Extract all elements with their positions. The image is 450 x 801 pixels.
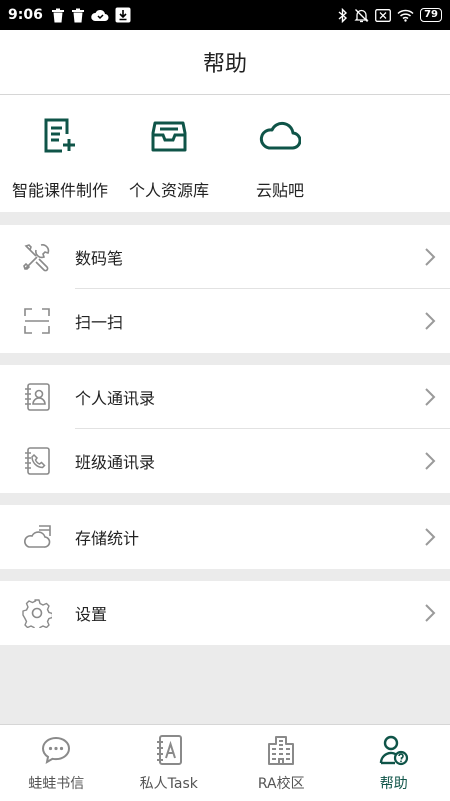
menu-item-label: 数码笔 — [75, 245, 123, 269]
cloud-icon — [259, 117, 301, 155]
user-help-icon — [379, 733, 409, 767]
tab-label: 蛙蛙书信 — [28, 773, 84, 793]
menu-item-label: 班级通讯录 — [75, 449, 155, 473]
chevron-right-icon — [424, 247, 436, 267]
battery-indicator: 79 — [420, 8, 442, 22]
menu-item-settings[interactable]: 设置 — [0, 581, 450, 645]
notebook-a-icon — [154, 733, 184, 767]
bluetooth-icon — [338, 8, 348, 23]
document-add-icon — [42, 117, 78, 155]
download-icon — [115, 7, 131, 23]
tab-label: 私人Task — [140, 773, 198, 793]
quick-action-cloud-forum[interactable]: 云贴吧 — [220, 95, 340, 212]
cloud-sync-icon — [91, 8, 109, 22]
menu-group-tools: 数码笔 扫一扫 — [0, 225, 450, 353]
page-title: 帮助 — [203, 46, 247, 78]
contact-book-icon — [22, 382, 52, 412]
status-bar: 9:06 79 — [0, 0, 450, 30]
tab-label: 帮助 — [380, 773, 408, 793]
tab-messages[interactable]: 蛙蛙书信 — [0, 725, 113, 801]
phone-book-icon — [22, 446, 52, 476]
tab-ra-campus[interactable]: RA校区 — [225, 725, 338, 801]
bottom-tab-bar: 蛙蛙书信 私人Task RA校区 — [0, 724, 450, 801]
menu-item-digital-pen[interactable]: 数码笔 — [0, 225, 450, 289]
tab-private-task[interactable]: 私人Task — [113, 725, 226, 801]
status-bar-right: 79 — [338, 8, 442, 23]
quick-action-label: 云贴吧 — [256, 177, 304, 201]
chevron-right-icon — [424, 603, 436, 623]
menu-item-label: 扫一扫 — [75, 309, 123, 333]
menu-item-storage-stats[interactable]: 存储统计 — [0, 505, 450, 569]
menu-item-label: 设置 — [75, 601, 107, 625]
menu-group-storage: 存储统计 — [0, 505, 450, 569]
page-header: 帮助 — [0, 30, 450, 95]
trash-icon — [51, 8, 65, 23]
chat-bubble-icon — [40, 733, 72, 767]
quick-action-label: 个人资源库 — [129, 177, 209, 201]
menu-group-settings: 设置 — [0, 581, 450, 645]
cloud-storage-icon — [22, 522, 52, 552]
chevron-right-icon — [424, 451, 436, 471]
sim-off-icon — [375, 9, 391, 22]
scan-icon — [22, 306, 52, 336]
gear-icon — [22, 598, 52, 628]
chevron-right-icon — [424, 311, 436, 331]
quick-action-resource-library[interactable]: 个人资源库 — [109, 95, 229, 212]
menu-item-class-contacts[interactable]: 班级通讯录 — [0, 429, 450, 493]
menu-item-personal-contacts[interactable]: 个人通讯录 — [0, 365, 450, 429]
mute-bell-icon — [354, 8, 369, 23]
inbox-icon — [151, 117, 187, 155]
chevron-right-icon — [424, 387, 436, 407]
tab-label: RA校区 — [258, 773, 305, 793]
chevron-right-icon — [424, 527, 436, 547]
tools-icon — [22, 242, 52, 272]
menu-item-scan[interactable]: 扫一扫 — [0, 289, 450, 353]
menu-item-label: 存储统计 — [75, 525, 139, 549]
menu-group-contacts: 个人通讯录 班级通讯录 — [0, 365, 450, 493]
quick-actions: 智能课件制作 个人资源库 云贴吧 — [0, 95, 450, 212]
status-time: 9:06 — [8, 7, 43, 23]
wifi-icon — [397, 9, 414, 22]
tab-help[interactable]: 帮助 — [338, 725, 450, 801]
trash-icon — [71, 8, 85, 23]
quick-action-courseware[interactable]: 智能课件制作 — [0, 95, 120, 212]
status-bar-left: 9:06 — [8, 7, 131, 23]
building-icon — [266, 733, 296, 767]
menu-item-label: 个人通讯录 — [75, 385, 155, 409]
quick-action-label: 智能课件制作 — [12, 177, 108, 201]
